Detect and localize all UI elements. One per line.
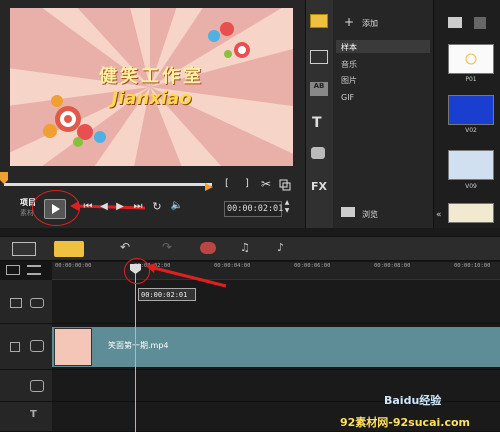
home-icon[interactable]: ⏮ (82, 201, 94, 212)
title-track-icon: T (30, 409, 37, 420)
trim-end-handle[interactable] (205, 183, 213, 191)
redo-icon[interactable]: ↷ (162, 240, 172, 254)
repeat-icon[interactable]: ↻ (150, 200, 164, 213)
view-toggle-icon[interactable] (474, 17, 486, 29)
video-track-icon (30, 340, 44, 352)
timeline-ruler[interactable] (52, 262, 500, 280)
timecode-stepper[interactable]: ▲ ▼ (283, 199, 291, 215)
filter-icon[interactable]: FX (311, 180, 327, 193)
library-list-panel (333, 0, 433, 228)
video-title-cn: 健笑工作室 (99, 66, 204, 87)
graphics-icon[interactable] (311, 147, 325, 159)
track-body-top[interactable] (52, 280, 500, 324)
overlay-track-icon (30, 380, 44, 392)
timeline-view-button[interactable] (54, 241, 84, 257)
baidu-watermark: Baidu经验 (384, 394, 442, 407)
thumbnail-video-3[interactable] (448, 203, 494, 223)
track-lock-icon[interactable] (10, 342, 20, 352)
thumbnail-video-1-label: V02 (465, 127, 477, 134)
library-item-sample[interactable]: 样本 (336, 40, 430, 53)
track-head-video (0, 324, 52, 370)
library-sidebar (305, 0, 333, 228)
volume-icon[interactable]: 🔈 (170, 200, 184, 211)
site-watermark: 92素材网-92sucai.com (340, 416, 470, 429)
thumbnail-video-1[interactable] (448, 95, 494, 125)
copy-icon[interactable] (279, 179, 291, 191)
timecode-display[interactable]: 00:00:02:01 (224, 201, 283, 217)
folder-icon[interactable] (448, 17, 462, 28)
playhead-line[interactable] (135, 268, 136, 432)
ruler-label-3: 00:00:06:00 (294, 263, 331, 269)
track-head-overlay-top (0, 280, 52, 324)
trim-start-handle[interactable] (0, 172, 8, 184)
video-title-en: Jianxiao (111, 88, 192, 109)
mark-out-icon[interactable]: ] (242, 178, 252, 189)
chapter-menu-icon[interactable] (27, 265, 41, 275)
track-type-icon (30, 298, 44, 308)
library-item-photos[interactable]: 图片 (341, 75, 357, 86)
track-head-title: T (0, 402, 52, 432)
mark-in-icon[interactable]: [ (222, 178, 232, 189)
track-visibility-icon[interactable] (10, 298, 22, 308)
media-library-icon[interactable] (310, 14, 328, 28)
annotation-arrow-playhead (146, 263, 227, 288)
library-item-music[interactable]: 音乐 (341, 59, 357, 70)
storyboard-view-icon[interactable] (12, 242, 36, 256)
scissors-icon[interactable]: ✂ (259, 177, 273, 191)
next-frame-icon[interactable]: ▶ (114, 201, 126, 212)
record-capture-icon[interactable] (200, 242, 216, 254)
title-icon[interactable]: T (312, 115, 322, 131)
audio-mixer-icon[interactable]: ♫ (240, 241, 250, 254)
ruler-label-4: 00:00:08:00 (374, 263, 411, 269)
instant-project-icon[interactable] (310, 50, 328, 64)
add-icon[interactable]: + (344, 15, 354, 29)
video-clip-name: 笑面第一期.mp4 (108, 341, 169, 350)
track-manager-icon[interactable] (6, 265, 20, 275)
thumbnail-video-2[interactable] (448, 150, 494, 180)
thumbnail-photo[interactable] (448, 44, 494, 74)
undo-icon[interactable]: ↶ (120, 240, 130, 254)
playhead-time-tooltip: 00:00:02:01 (138, 288, 196, 301)
ruler-label-0: 00:00:00:00 (55, 263, 92, 269)
previous-frame-icon[interactable]: ◀ (98, 201, 110, 212)
scrub-bar[interactable] (4, 183, 212, 186)
browse-icon[interactable] (341, 207, 355, 217)
video-clip-thumbnail (54, 328, 92, 366)
library-item-gif[interactable]: GIF (341, 93, 354, 102)
track-head-overlay (0, 370, 52, 402)
end-icon[interactable]: ⏭ (132, 201, 144, 212)
thumbnail-video-2-label: V09 (465, 183, 477, 190)
thumbnail-photo-label: P01 (465, 76, 477, 83)
collapse-panel-icon[interactable]: « (436, 210, 442, 220)
add-label[interactable]: 添加 (362, 18, 378, 29)
transition-icon[interactable]: AB (310, 82, 328, 96)
browse-label[interactable]: 浏览 (362, 209, 378, 220)
auto-music-icon[interactable]: ♪ (277, 241, 284, 254)
ruler-label-5: 00:00:10:00 (454, 263, 491, 269)
